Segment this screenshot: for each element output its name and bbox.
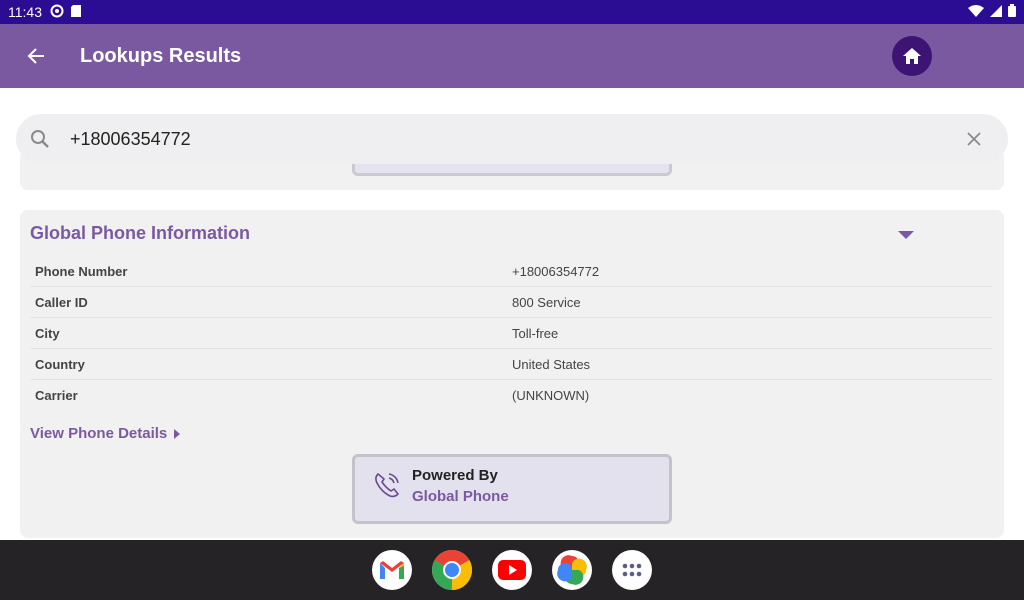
- sd-card-icon: [70, 4, 82, 21]
- clear-search-icon[interactable]: [964, 129, 984, 149]
- gmail-icon[interactable]: [372, 550, 412, 590]
- info-value: +18006354772: [512, 263, 600, 279]
- powered-by-box: Powered By Global Phone: [352, 454, 672, 524]
- info-table: Phone Number +18006354772 Caller ID 800 …: [30, 256, 992, 411]
- battery-icon: [1008, 4, 1016, 20]
- info-label: Caller ID: [35, 294, 88, 310]
- powered-by-name: Global Phone: [412, 488, 509, 505]
- arrow-back-icon: [27, 48, 44, 64]
- info-label: Country: [35, 356, 85, 372]
- search-bar: [16, 114, 1008, 164]
- view-phone-details-link[interactable]: View Phone Details: [30, 425, 181, 442]
- taskbar: [0, 540, 1024, 600]
- info-row-phone-number: Phone Number +18006354772: [30, 256, 992, 287]
- settings-status-icon: [50, 4, 64, 21]
- info-label: Phone Number: [35, 263, 128, 279]
- info-label: City: [35, 325, 60, 341]
- search-icon: [31, 130, 49, 148]
- photos-icon[interactable]: [552, 550, 592, 590]
- details-link-label: View Phone Details: [30, 425, 168, 442]
- page-title: Lookups Results: [80, 44, 242, 67]
- chrome-icon[interactable]: [432, 550, 472, 590]
- info-row-caller-id: Caller ID 800 Service: [30, 287, 992, 318]
- chevron-right-icon: [174, 428, 181, 439]
- wifi-icon: [968, 4, 984, 20]
- info-row-carrier: Carrier (UNKNOWN): [30, 380, 992, 411]
- home-icon: [903, 48, 921, 64]
- search-input[interactable]: [70, 128, 930, 150]
- back-button[interactable]: [16, 36, 56, 76]
- signal-icon: [990, 4, 1002, 20]
- info-value: 800 Service: [512, 294, 581, 310]
- card-title: Global Phone Information: [30, 223, 250, 243]
- app-bar: Lookups Results: [0, 24, 1024, 88]
- powered-by-label: Powered By: [412, 467, 498, 484]
- info-value: United States: [512, 356, 591, 372]
- status-bar: 11:43: [0, 0, 1024, 24]
- info-value: (UNKNOWN): [512, 388, 590, 403]
- collapse-arrow-icon[interactable]: [896, 228, 916, 242]
- info-value: Toll-free: [512, 325, 559, 341]
- info-label: Carrier: [35, 388, 78, 403]
- phone-call-icon: [375, 473, 399, 498]
- status-time: 11:43: [8, 4, 42, 20]
- info-row-country: Country United States: [30, 349, 992, 380]
- info-row-city: City Toll-free: [30, 318, 992, 349]
- youtube-icon[interactable]: [492, 550, 532, 590]
- global-phone-info-card: Global Phone Information Phone Number +1…: [20, 210, 1004, 538]
- app-drawer-icon[interactable]: [612, 550, 652, 590]
- home-button[interactable]: [892, 36, 932, 76]
